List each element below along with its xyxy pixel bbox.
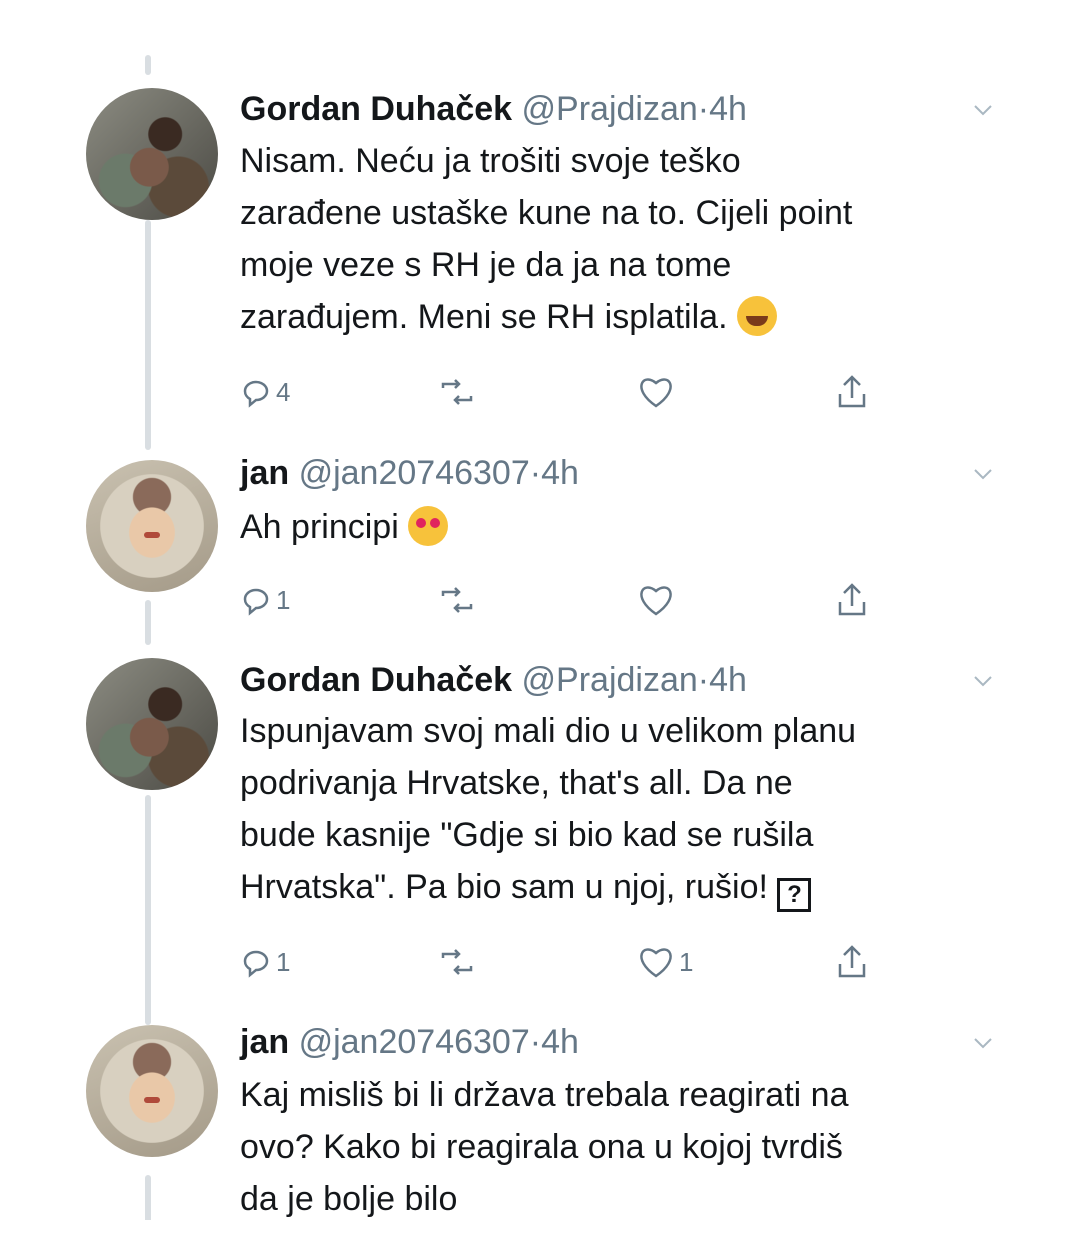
separator-dot: · [529, 1023, 542, 1061]
reply-icon [243, 950, 269, 978]
display-name[interactable]: jan [240, 454, 289, 492]
avatar[interactable] [86, 88, 218, 220]
like-count: 1 [679, 946, 694, 977]
reply-button[interactable]: 1 [240, 940, 290, 984]
tweet-text: Ispunjavam svoj mali dio u velikom planu… [240, 705, 1000, 913]
handle[interactable]: @Prajdizan [522, 661, 698, 699]
tweet-text-segment: Hrvatska". Pa bio sam u njoj, rušio! [240, 868, 768, 906]
tweet-thread: Gordan Duhaček @Prajdizan·4h Nisam. Neću… [48, 55, 1032, 1220]
tweet-text: Nisam. Neću ja trošiti svoje teško zarađ… [240, 135, 1000, 343]
retweet-icon [441, 587, 473, 613]
tweet-text-line: moje veze s RH je da ja na tome [240, 246, 732, 284]
tweet-text-segment: Ah principi [240, 508, 399, 546]
tweet-actions: 1 [240, 578, 900, 622]
reply-icon [243, 380, 269, 408]
avatar-detail [144, 1097, 160, 1103]
share-button[interactable] [835, 578, 869, 622]
retweet-icon [441, 949, 473, 975]
thread-line [145, 600, 151, 645]
avatar[interactable] [86, 460, 218, 592]
display-name[interactable]: Gordan Duhaček [240, 90, 512, 128]
avatar[interactable] [86, 1025, 218, 1157]
tweet-text-line: ovo? Kako bi reagirala ona u kojoj tvrdi… [240, 1128, 843, 1166]
thread-line [145, 1175, 151, 1220]
tweet-text-line: Ah principi [240, 501, 1000, 553]
reply-icon [243, 588, 269, 616]
timestamp[interactable]: 4h [709, 661, 747, 699]
tweet-actions: 1 1 [240, 940, 900, 984]
share-icon [838, 945, 866, 978]
tweet-header: jan @jan20746307·4h [240, 453, 579, 493]
reply-count: 4 [276, 376, 291, 407]
like-icon [640, 378, 672, 408]
chevron-down-icon[interactable] [972, 1032, 994, 1054]
tweet-header: Gordan Duhaček @Prajdizan·4h [240, 89, 747, 129]
tweet-text-line: Hrvatska". Pa bio sam u njoj, rušio! ? [240, 861, 1000, 913]
like-icon [640, 948, 672, 978]
tweet-text: Ah principi [240, 501, 1000, 553]
tweet-header: Gordan Duhaček @Prajdizan·4h [240, 660, 747, 700]
tweet-actions: 4 [240, 370, 900, 414]
like-button[interactable] [637, 370, 679, 414]
retweet-button[interactable] [437, 578, 477, 622]
tweet-header: jan @jan20746307·4h [240, 1022, 579, 1062]
timestamp[interactable]: 4h [709, 90, 747, 128]
face-with-tears-of-joy-icon [736, 296, 777, 336]
reply-count: 1 [276, 584, 291, 615]
separator-dot: · [697, 661, 710, 699]
tweet-text: Kaj misliš bi li država trebala reagirat… [240, 1069, 1000, 1220]
timestamp[interactable]: 4h [541, 1023, 579, 1061]
tweet-text-line: da je bolje bilo [240, 1180, 458, 1218]
tweet-text-line: podrivanja Hrvatske, that's all. Da ne [240, 764, 793, 802]
reply-count: 1 [276, 946, 291, 977]
like-button[interactable] [637, 578, 679, 622]
reply-button[interactable]: 4 [240, 370, 290, 414]
chevron-down-icon[interactable] [972, 670, 994, 692]
thread-line [145, 220, 151, 450]
display-name[interactable]: Gordan Duhaček [240, 661, 512, 699]
like-button[interactable]: 1 [637, 940, 693, 984]
handle[interactable]: @jan20746307 [299, 454, 530, 492]
tweet-text-line: zarađujem. Meni se RH isplatila. [240, 291, 1000, 343]
chevron-down-icon[interactable] [972, 463, 994, 485]
chevron-down-icon[interactable] [972, 99, 994, 121]
unknown-glyph-box-icon: ? [777, 878, 812, 912]
tweet-text-line: Ispunjavam svoj mali dio u velikom planu [240, 712, 857, 750]
timestamp[interactable]: 4h [541, 454, 579, 492]
avatar[interactable] [86, 658, 218, 790]
share-button[interactable] [835, 940, 869, 984]
tweet-text-line: zarađene ustaške kune na to. Cijeli poin… [240, 194, 853, 232]
tweet-text-line: Nisam. Neću ja trošiti svoje teško [240, 142, 741, 180]
thread-line [145, 55, 151, 75]
retweet-button[interactable] [437, 940, 477, 984]
retweet-icon [441, 379, 473, 405]
tweet-text-line: Kaj misliš bi li država trebala reagirat… [240, 1076, 849, 1114]
retweet-button[interactable] [437, 370, 477, 414]
smiling-face-with-heart-eyes-icon [408, 506, 449, 546]
tweet-text-segment: zarađujem. Meni se RH isplatila. [240, 298, 728, 336]
tweet-text-line: bude kasnije "Gdje si bio kad se rušila [240, 816, 814, 854]
share-icon [838, 375, 866, 408]
handle[interactable]: @jan20746307 [299, 1023, 530, 1061]
display-name[interactable]: jan [240, 1023, 289, 1061]
reply-button[interactable]: 1 [240, 578, 290, 622]
share-icon [838, 583, 866, 616]
separator-dot: · [529, 454, 542, 492]
like-icon [640, 586, 672, 616]
avatar-detail [144, 532, 160, 538]
separator-dot: · [697, 90, 710, 128]
share-button[interactable] [835, 370, 869, 414]
handle[interactable]: @Prajdizan [522, 90, 698, 128]
thread-line [145, 795, 151, 1025]
